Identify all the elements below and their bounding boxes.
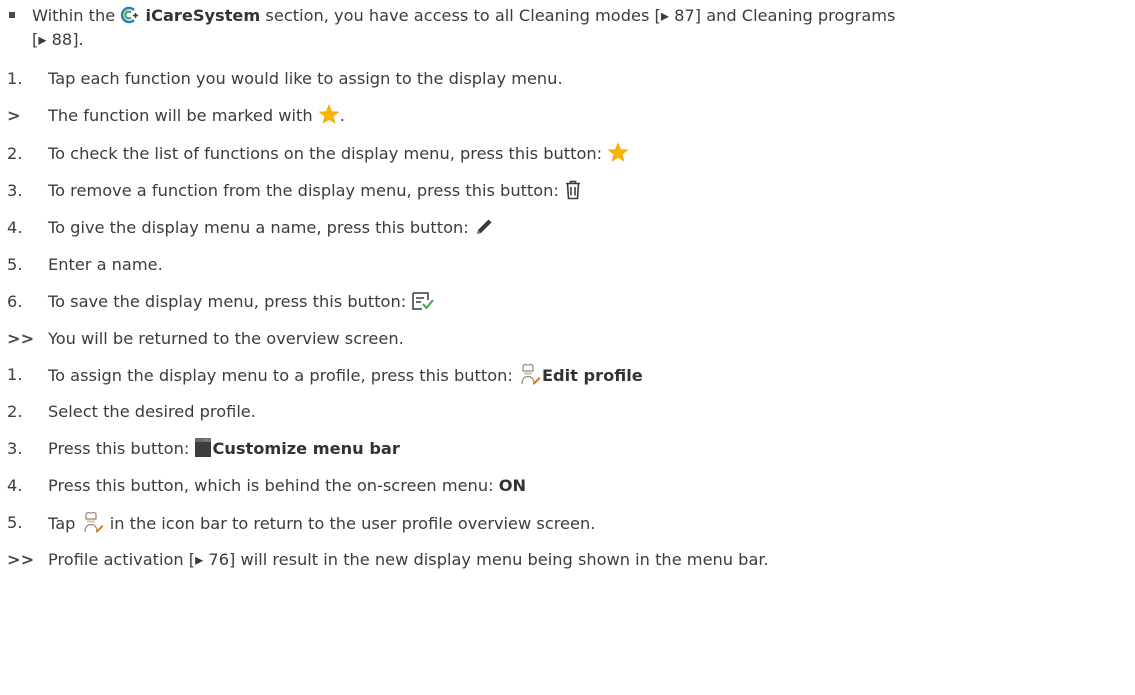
result-marker: >	[7, 106, 21, 125]
step-text: You will be returned to the overview scr…	[48, 329, 404, 348]
document-page: Within the iCareSystem section, you have…	[0, 0, 1135, 695]
ref-cleaning-modes[interactable]: 87	[674, 6, 695, 25]
step-number: 5.	[7, 513, 23, 532]
save-list-icon	[411, 291, 435, 317]
step-text-pre: Profile activation [	[48, 550, 196, 569]
step-number: 1.	[7, 365, 23, 384]
step-text: To assign the display menu to a profile,…	[48, 366, 518, 385]
bullet-square	[9, 12, 15, 18]
star-icon	[607, 142, 629, 169]
step-number: 4.	[7, 476, 23, 495]
ref-cleaning-programs[interactable]: 88	[52, 30, 73, 49]
page-ref-arrow-icon: ▸	[195, 550, 209, 569]
trash-icon	[564, 180, 582, 206]
step-text: Press this button, which is behind the o…	[48, 476, 499, 495]
step-text: To remove a function from the display me…	[48, 181, 565, 200]
step-number: 1.	[7, 69, 23, 88]
step-number: 6.	[7, 292, 23, 311]
step-text-pre: Tap	[48, 514, 81, 533]
result-marker: >>	[7, 550, 35, 569]
step-text: Tap each function you would like to assi…	[48, 69, 563, 88]
bullet-text-pre: Within the	[32, 6, 121, 25]
step-number: 3.	[7, 181, 23, 200]
step-text: in the icon bar to return to the user pr…	[104, 514, 596, 533]
on-label: ON	[498, 476, 526, 495]
step-number: 4.	[7, 218, 23, 237]
icaresystem-icon	[120, 5, 140, 31]
ref-profile-activation[interactable]: 76	[208, 550, 229, 569]
page-ref-arrow-icon: ▸	[38, 30, 52, 49]
pencil-icon	[474, 217, 494, 243]
menu-bar-icon	[194, 437, 212, 464]
step-number: 5.	[7, 255, 23, 274]
step-text: Select the desired profile.	[48, 402, 256, 421]
customize-menu-bar-label: Customize menu bar	[212, 439, 400, 458]
bullet-text-mid: section, you have access to all Cleaning…	[260, 6, 661, 25]
bullet-text-mid2: ] and Cleaning programs	[694, 6, 896, 25]
step-text: The function will be marked with	[48, 106, 318, 125]
step-text-post: .	[339, 106, 345, 125]
icaresystem-label: iCareSystem	[145, 6, 261, 25]
chef-edit-icon	[518, 363, 542, 391]
step-text: Press this button:	[48, 439, 195, 458]
bullet-cont-post: ].	[72, 30, 84, 49]
chef-edit-icon	[81, 511, 105, 539]
step-text: To save the display menu, press this but…	[48, 292, 412, 311]
step-number: 2.	[7, 402, 23, 421]
step-number: 3.	[7, 439, 23, 458]
step-text: Enter a name.	[48, 255, 163, 274]
step-text: ] will result in the new display menu be…	[229, 550, 769, 569]
star-icon	[318, 104, 340, 131]
step-number: 2.	[7, 144, 23, 163]
result-marker: >>	[7, 329, 35, 348]
edit-profile-label: Edit profile	[541, 366, 643, 385]
page-ref-arrow-icon: ▸	[660, 6, 675, 25]
step-text: To check the list of functions on the di…	[48, 144, 608, 163]
step-text: To give the display menu a name, press t…	[48, 218, 474, 237]
